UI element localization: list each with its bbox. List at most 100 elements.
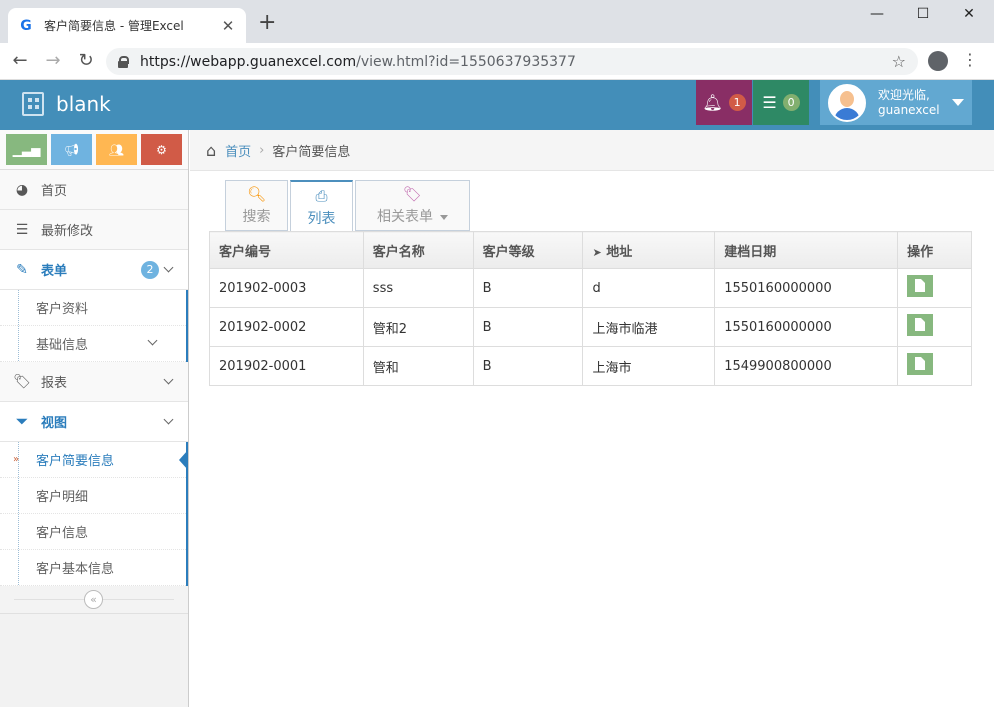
- user-menu[interactable]: 欢迎光临, guanexcel: [820, 80, 972, 125]
- caret-down-icon: [951, 99, 964, 106]
- brand-name: blank: [56, 92, 111, 116]
- address-toolbar: ← → ↻ https://webapp.guanexcel.com/view.…: [0, 43, 994, 80]
- breadcrumb-home-link[interactable]: 首页: [225, 141, 251, 160]
- breadcrumb-current: 客户简要信息: [272, 144, 351, 160]
- profile-icon[interactable]: [928, 51, 948, 71]
- sidebar-item-home[interactable]: ◕ 首页: [0, 170, 188, 210]
- browser-menu-icon[interactable]: ⋮: [962, 50, 978, 69]
- browser-tab-bar: G 客户简要信息 - 管理Excel ✕ + — ☐ ✕: [0, 0, 994, 43]
- table-cell: [897, 268, 972, 308]
- brand[interactable]: blank: [22, 92, 111, 116]
- chevron-down-icon: [163, 374, 174, 385]
- caret-down-icon: [440, 214, 448, 220]
- chevron-down-icon: [163, 262, 174, 273]
- forms-submenu: 客户资料 基础信息: [0, 290, 188, 362]
- breadcrumb: ⌂ 首页 › 客户简要信息: [190, 130, 994, 171]
- table-cell: sss: [362, 268, 474, 308]
- notifications-badge: 1: [728, 94, 746, 111]
- bullhorn-icon[interactable]: 📢︎: [51, 134, 92, 165]
- table-cell: 上海市: [582, 346, 716, 386]
- table-row[interactable]: 201902-0001 管和 B 上海市 1549900800000: [209, 346, 972, 386]
- sidebar-item-views[interactable]: ⏷ 视图: [0, 402, 188, 442]
- search-icon: 🔍︎: [246, 185, 267, 203]
- sidebar-item-customer-info[interactable]: 客户信息: [0, 514, 186, 550]
- dashboard-icon: ◕: [15, 181, 29, 198]
- view-document-icon[interactable]: [907, 353, 934, 375]
- collapse-sidebar-icon[interactable]: «: [84, 590, 103, 609]
- maximize-button[interactable]: ☐: [900, 6, 946, 22]
- views-submenu: » 客户简要信息 客户明细 客户信息 客户基本信息: [0, 442, 188, 586]
- tag-icon: 🏷︎: [13, 373, 31, 390]
- sidebar-item-reports[interactable]: 🏷︎ 报表: [0, 362, 188, 402]
- column-header[interactable]: 客户名称: [362, 231, 474, 269]
- column-header: 操作: [897, 231, 972, 269]
- table-header-row: 客户编号 客户名称 客户等级 ➤ 地址 建档日期 操作: [209, 231, 972, 269]
- table-cell: 管和2: [362, 307, 474, 347]
- avatar: [828, 83, 866, 122]
- column-header[interactable]: ➤ 地址: [582, 231, 716, 269]
- view-tabs: 🔍︎ 搜索 ⎙ 列表 🏷︎ 相关表单: [225, 180, 472, 232]
- tasks-button[interactable]: ☰ 0: [753, 80, 809, 125]
- lock-icon: [118, 55, 129, 68]
- column-header[interactable]: 客户编号: [209, 231, 364, 269]
- reload-icon[interactable]: ↻: [74, 51, 98, 71]
- sidebar-item-customer-detail[interactable]: 客户明细: [0, 478, 186, 514]
- location-arrow-icon: ➤: [592, 245, 602, 259]
- tab-related-forms[interactable]: 🏷︎ 相关表单: [355, 180, 470, 231]
- table-cell: 1550160000000: [714, 268, 899, 308]
- new-tab-icon[interactable]: +: [258, 12, 276, 34]
- filter-icon: ⏷: [16, 413, 28, 430]
- sidebar-item-customer-basic[interactable]: 客户基本信息: [0, 550, 186, 586]
- table-cell: B: [472, 346, 584, 386]
- tasks-icon: ☰: [762, 93, 777, 112]
- table-cell: 1550160000000: [714, 307, 899, 347]
- notifications-button[interactable]: 🔔︎ 1: [696, 80, 752, 125]
- table-row[interactable]: 201902-0002 管和2 B 上海市临港 1550160000000: [209, 307, 972, 347]
- window-close-button[interactable]: ✕: [946, 6, 992, 22]
- browser-tab[interactable]: G 客户简要信息 - 管理Excel ✕: [8, 8, 246, 43]
- table-cell: 上海市临港: [582, 307, 716, 347]
- chevron-down-icon: [147, 335, 158, 346]
- sidebar-item-customer-summary[interactable]: » 客户简要信息: [0, 442, 188, 478]
- app-header: blank 🔔︎ 1 ☰ 0 欢迎光临, guanexcel: [0, 80, 994, 130]
- cogs-icon[interactable]: ⚙: [141, 134, 182, 165]
- double-arrow-icon: »: [13, 454, 20, 465]
- column-header[interactable]: 客户等级: [472, 231, 584, 269]
- table-cell: 201902-0001: [209, 346, 364, 386]
- sidebar-item-forms[interactable]: ✎ 表单 2: [0, 250, 188, 290]
- table-cell: [897, 346, 972, 386]
- table-cell: B: [472, 268, 584, 308]
- url-bar[interactable]: https://webapp.guanexcel.com/view.html?i…: [106, 48, 918, 75]
- list-icon: ☰: [15, 221, 29, 238]
- url-text: https://webapp.guanexcel.com/view.html?i…: [140, 53, 576, 70]
- view-document-icon[interactable]: [907, 314, 934, 336]
- table-cell: 1549900800000: [714, 346, 899, 386]
- tab-list[interactable]: ⎙ 列表: [290, 180, 353, 232]
- tasks-badge: 0: [782, 94, 800, 111]
- table-cell: d: [582, 268, 716, 308]
- users-icon[interactable]: 👥︎: [96, 134, 137, 165]
- username: guanexcel: [878, 102, 940, 117]
- sidebar-item-recent[interactable]: ☰ 最新修改: [0, 210, 188, 250]
- signal-icon[interactable]: ▁▃▅: [6, 134, 47, 165]
- tab-title: 客户简要信息 - 管理Excel: [44, 19, 184, 33]
- sidebar-item-customer-data[interactable]: 客户资料: [0, 290, 186, 326]
- tab-search[interactable]: 🔍︎ 搜索: [225, 180, 288, 231]
- favicon-icon: G: [20, 17, 32, 34]
- column-header[interactable]: 建档日期: [714, 231, 899, 269]
- table-cell: 201902-0002: [209, 307, 364, 347]
- table-row[interactable]: 201902-0003 sss B d 1550160000000: [209, 268, 972, 308]
- bookmark-star-icon[interactable]: ☆: [892, 52, 906, 71]
- table-cell: 管和: [362, 346, 474, 386]
- tab-close-icon[interactable]: ✕: [220, 17, 236, 35]
- table-cell: [897, 307, 972, 347]
- welcome-text: 欢迎光临,: [878, 87, 930, 102]
- user-greeting: 欢迎光临, guanexcel: [878, 88, 940, 118]
- forward-arrow-icon[interactable]: →: [41, 51, 65, 71]
- back-arrow-icon[interactable]: ←: [8, 51, 32, 71]
- forms-badge: 2: [141, 260, 159, 279]
- minimize-button[interactable]: —: [854, 6, 900, 22]
- breadcrumb-separator: ›: [259, 142, 265, 158]
- sidebar-item-basic-info[interactable]: 基础信息: [0, 326, 186, 362]
- view-document-icon[interactable]: [907, 275, 934, 297]
